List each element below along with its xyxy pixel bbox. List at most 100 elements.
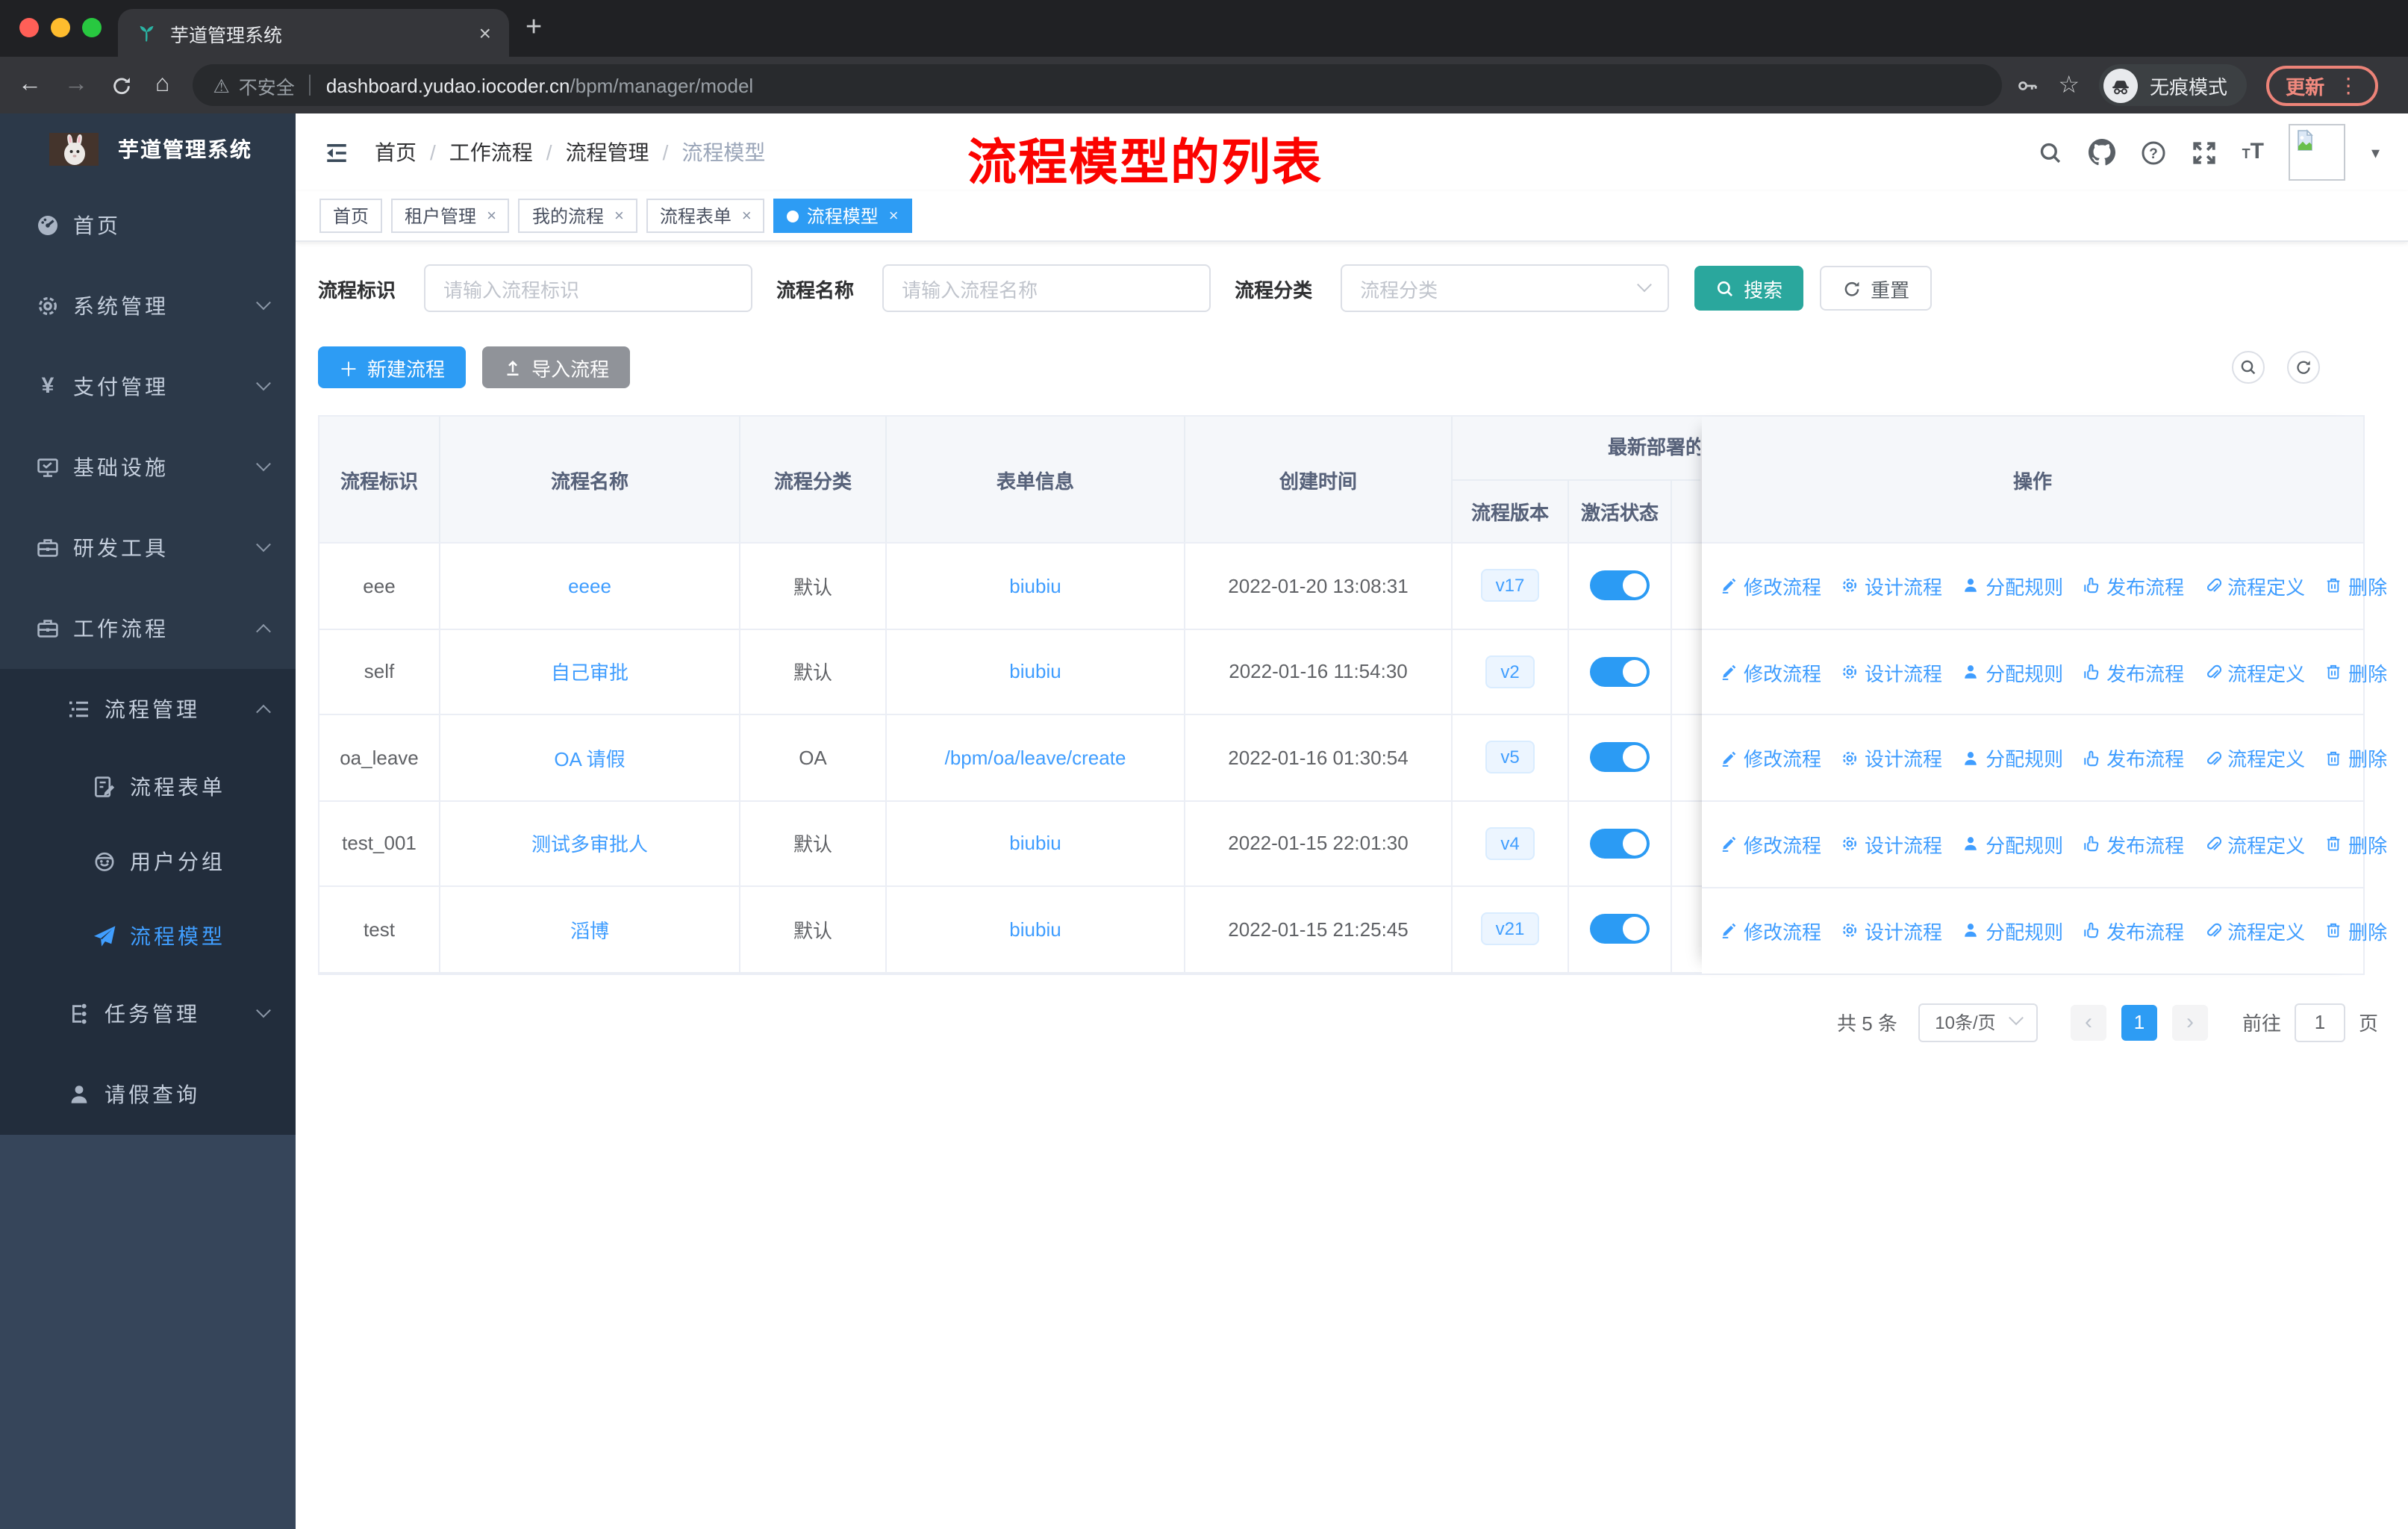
close-icon[interactable]: ×	[487, 207, 496, 225]
address-bar[interactable]: ⚠ 不安全 dashboard.yudao.iocoder.cn/bpm/man…	[192, 64, 2002, 106]
toggle-search-button[interactable]	[2232, 351, 2265, 384]
user-avatar[interactable]	[2289, 124, 2346, 181]
process-name-input[interactable]: 请输入流程名称	[882, 264, 1211, 312]
app-logo[interactable]: 芋道管理系统	[0, 113, 296, 185]
search-icon[interactable]	[2038, 140, 2063, 165]
sidebar-item-system[interactable]: 系统管理	[0, 266, 296, 346]
sidebar-item-workflow[interactable]: 工作流程	[0, 588, 296, 669]
version-badge[interactable]: v17	[1480, 569, 1540, 602]
reload-icon[interactable]	[110, 74, 133, 96]
delete-link[interactable]: 删除	[2324, 830, 2387, 859]
process-definition-link[interactable]: 流程定义	[2203, 658, 2305, 686]
sidebar-item-home[interactable]: 首页	[0, 185, 296, 266]
status-toggle[interactable]	[1590, 742, 1650, 773]
github-icon[interactable]	[2089, 139, 2115, 166]
new-tab-button[interactable]: +	[525, 12, 542, 45]
browser-update-button[interactable]: 更新 ⋮	[2266, 65, 2379, 105]
close-icon[interactable]: ×	[889, 207, 899, 225]
assign-rule-link[interactable]: 分配规则	[1962, 658, 2063, 686]
fullscreen-icon[interactable]	[2192, 140, 2217, 165]
design-process-link[interactable]: 设计流程	[1841, 572, 1942, 600]
edit-process-link[interactable]: 修改流程	[1720, 572, 1821, 600]
process-definition-link[interactable]: 流程定义	[2203, 744, 2305, 773]
security-warning[interactable]: ⚠ 不安全	[213, 71, 294, 99]
publish-process-link[interactable]: 发布流程	[2083, 916, 2184, 944]
breadcrumb-home[interactable]: 首页	[375, 137, 417, 167]
minimize-window-button[interactable]	[51, 18, 70, 37]
sidebar-item-task-management[interactable]: 任务管理	[0, 974, 296, 1054]
process-definition-link[interactable]: 流程定义	[2203, 830, 2305, 859]
process-category-select[interactable]: 流程分类	[1341, 264, 1670, 312]
model-name-link[interactable]: 自己审批	[551, 658, 628, 686]
back-icon[interactable]: ←	[18, 72, 42, 99]
sidebar-item-infrastructure[interactable]: 基础设施	[0, 427, 296, 508]
refresh-table-button[interactable]	[2287, 351, 2320, 384]
help-icon[interactable]	[2141, 140, 2166, 165]
version-badge[interactable]: v5	[1485, 741, 1535, 774]
sidebar-item-process-form[interactable]: 流程表单	[0, 750, 296, 824]
version-badge[interactable]: v4	[1485, 826, 1535, 860]
browser-tab[interactable]: 芋道管理系统 ×	[118, 9, 509, 57]
tag-process-model[interactable]: 流程模型 ×	[773, 199, 912, 233]
process-definition-link[interactable]: 流程定义	[2203, 916, 2305, 944]
tag-tenant[interactable]: 租户管理 ×	[391, 199, 510, 233]
edit-process-link[interactable]: 修改流程	[1720, 830, 1821, 859]
form-link[interactable]: biubiu	[1009, 832, 1061, 855]
sidebar-collapse-icon[interactable]	[324, 140, 349, 165]
home-icon[interactable]: ⌂	[155, 72, 169, 99]
form-link[interactable]: biubiu	[1009, 575, 1061, 597]
forward-icon[interactable]: →	[64, 72, 88, 99]
delete-link[interactable]: 删除	[2324, 572, 2387, 600]
import-process-button[interactable]: 导入流程	[482, 346, 631, 388]
tag-my-process[interactable]: 我的流程 ×	[518, 199, 637, 233]
password-key-icon[interactable]	[2016, 74, 2039, 96]
avatar-caret-icon[interactable]: ▾	[2371, 143, 2380, 162]
assign-rule-link[interactable]: 分配规则	[1962, 830, 2063, 859]
tag-process-form[interactable]: 流程表单 ×	[646, 199, 765, 233]
font-size-icon[interactable]: TT	[2242, 139, 2264, 166]
status-toggle[interactable]	[1590, 828, 1650, 859]
prev-page-button[interactable]: ‹	[2070, 1004, 2106, 1040]
reset-button[interactable]: 重置	[1820, 266, 1933, 311]
edit-process-link[interactable]: 修改流程	[1720, 916, 1821, 944]
edit-process-link[interactable]: 修改流程	[1720, 744, 1821, 773]
search-button[interactable]: 搜索	[1694, 266, 1804, 311]
page-size-select[interactable]: 10条/页	[1918, 1003, 2038, 1041]
publish-process-link[interactable]: 发布流程	[2083, 572, 2184, 600]
design-process-link[interactable]: 设计流程	[1841, 658, 1942, 686]
form-link[interactable]: biubiu	[1009, 661, 1061, 683]
version-badge[interactable]: v2	[1485, 655, 1535, 688]
sidebar-item-user-group[interactable]: 用户分组	[0, 824, 296, 899]
page-1-button[interactable]: 1	[2121, 1004, 2157, 1040]
process-definition-link[interactable]: 流程定义	[2203, 572, 2305, 600]
close-icon[interactable]: ×	[614, 207, 624, 225]
assign-rule-link[interactable]: 分配规则	[1962, 916, 2063, 944]
model-name-link[interactable]: 测试多审批人	[531, 829, 648, 858]
process-id-input[interactable]: 请输入流程标识	[424, 264, 753, 312]
publish-process-link[interactable]: 发布流程	[2083, 744, 2184, 773]
assign-rule-link[interactable]: 分配规则	[1962, 572, 2063, 600]
design-process-link[interactable]: 设计流程	[1841, 916, 1942, 944]
tag-home[interactable]: 首页	[319, 199, 383, 233]
design-process-link[interactable]: 设计流程	[1841, 830, 1942, 859]
model-name-link[interactable]: 滔博	[570, 915, 609, 944]
close-icon[interactable]: ×	[742, 207, 752, 225]
design-process-link[interactable]: 设计流程	[1841, 744, 1942, 773]
zoom-window-button[interactable]	[82, 18, 102, 37]
sidebar-item-payment[interactable]: ¥ 支付管理	[0, 346, 296, 427]
form-link[interactable]: biubiu	[1009, 918, 1061, 941]
next-page-button[interactable]: ›	[2171, 1004, 2208, 1040]
status-toggle[interactable]	[1590, 914, 1650, 944]
goto-page-input[interactable]: 1	[2294, 1003, 2345, 1041]
version-badge[interactable]: v21	[1480, 912, 1540, 946]
bookmark-star-icon[interactable]: ☆	[2058, 70, 2080, 100]
publish-process-link[interactable]: 发布流程	[2083, 830, 2184, 859]
form-link[interactable]: /bpm/oa/leave/create	[945, 747, 1126, 769]
sidebar-item-leave-query[interactable]: 请假查询	[0, 1054, 296, 1135]
create-process-button[interactable]: ＋ 新建流程	[318, 346, 467, 388]
sidebar-item-process-model[interactable]: 流程模型	[0, 899, 296, 974]
edit-process-link[interactable]: 修改流程	[1720, 658, 1821, 686]
breadcrumb-workflow[interactable]: 工作流程	[449, 137, 533, 167]
status-toggle[interactable]	[1590, 656, 1650, 687]
model-name-link[interactable]: OA 请假	[554, 744, 625, 772]
